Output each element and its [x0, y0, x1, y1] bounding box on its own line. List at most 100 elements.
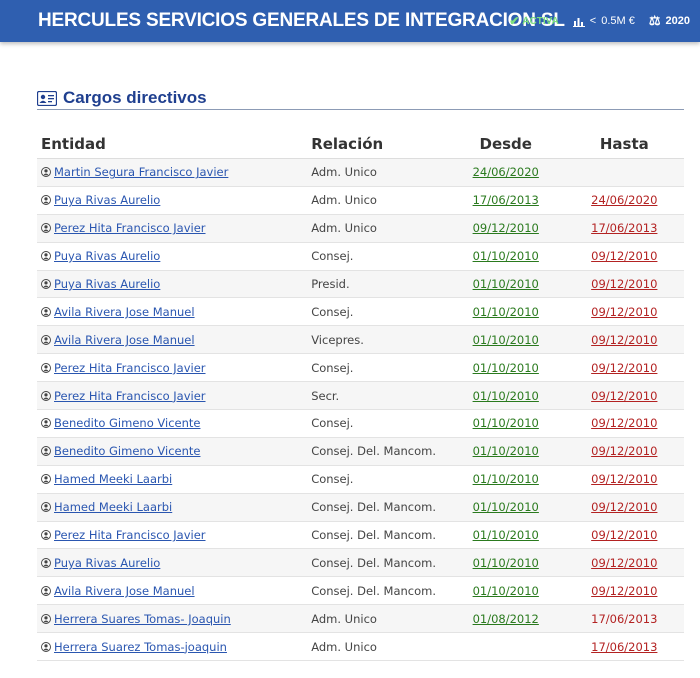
entity-link[interactable]: Avila Rivera Jose Manuel: [54, 333, 195, 347]
table-row: Perez Hita Francisco Javier Secr. 01/10/20…: [37, 381, 684, 411]
person-icon: [41, 306, 51, 317]
hasta-cell: 09/12/2010: [564, 297, 684, 327]
hasta-date-link[interactable]: 09/12/2010: [591, 305, 657, 319]
column-header-hasta[interactable]: Hasta: [564, 130, 684, 159]
hasta-date-link[interactable]: 09/12/2010: [591, 333, 657, 347]
balance-scale-icon: ⚖: [648, 13, 661, 28]
table-row: Perez Hita Francisco Javier Consej. Del. …: [37, 521, 684, 550]
desde-cell: 01/08/2012: [446, 604, 565, 634]
entity-link[interactable]: Puya Rivas Aurelio: [54, 277, 160, 291]
hasta-date-link[interactable]: 09/12/2010: [591, 556, 657, 570]
entity-link[interactable]: Puya Rivas Aurelio: [54, 193, 160, 207]
desde-date-link[interactable]: 01/10/2010: [473, 472, 539, 486]
table-header-row: Entidad Relación Desde Hasta: [37, 130, 684, 159]
table-row: Herrera Suarez Tomas-joaquin Adm. Unico 17…: [37, 632, 684, 662]
desde-date-link[interactable]: 24/06/2020: [473, 165, 539, 179]
hasta-date-link[interactable]: 09/12/2010: [591, 584, 657, 598]
desde-date-link[interactable]: 01/10/2010: [473, 277, 539, 291]
desde-date-link[interactable]: 01/10/2010: [473, 556, 539, 570]
table-row: Puya Rivas Aurelio Adm. Unico 17/06/2013 24…: [37, 186, 684, 215]
entity-cell: Benedito Gimeno Vicente: [37, 409, 308, 438]
desde-date-link[interactable]: 17/06/2013: [473, 193, 539, 207]
hasta-date-link[interactable]: 09/12/2010: [591, 389, 657, 403]
table-row: Hamed Meeki Laarbi Consej. Del. Mancom. 01…: [37, 493, 684, 522]
entity-cell: Puya Rivas Aurelio: [37, 270, 308, 299]
table-row: Avila Rivera Jose Manuel Consej. Del. Man…: [37, 576, 684, 606]
relation-cell: Adm. Unico: [307, 214, 447, 243]
hasta-cell: 09/12/2010: [564, 437, 684, 466]
desde-date-link[interactable]: 01/10/2010: [473, 500, 539, 514]
hasta-cell: 09/12/2010: [564, 521, 684, 550]
column-header-desde[interactable]: Desde: [446, 130, 565, 159]
entity-link[interactable]: Martin Segura Francisco Javier: [54, 165, 228, 179]
desde-cell: 01/10/2010: [446, 409, 565, 438]
table-row: Benedito Gimeno Vicente Consej. 01/10/2010…: [37, 409, 684, 438]
year-value: 2020: [665, 15, 690, 27]
desde-date-link[interactable]: 01/10/2010: [473, 305, 539, 319]
entity-link[interactable]: Herrera Suarez Tomas-joaquin: [54, 640, 227, 654]
hasta-date-link[interactable]: 17/06/2013: [591, 640, 657, 654]
year-info: ⚖ 2020: [649, 13, 690, 29]
relation-cell: Consej. Del. Mancom.: [307, 576, 447, 606]
hasta-cell: 09/12/2010: [564, 493, 684, 522]
hasta-date-link[interactable]: 09/12/2010: [591, 444, 657, 458]
id-card-icon: [37, 90, 57, 106]
entity-cell: Puya Rivas Aurelio: [37, 548, 308, 578]
company-name: HERCULES SERVICIOS GENERALES DE INTEGRAC…: [38, 10, 565, 31]
hasta-date-link[interactable]: 09/12/2010: [591, 472, 657, 486]
entity-link[interactable]: Puya Rivas Aurelio: [54, 249, 160, 263]
entity-link[interactable]: Puya Rivas Aurelio: [54, 556, 160, 570]
relation-cell: Adm. Unico: [307, 158, 447, 187]
entity-link[interactable]: Avila Rivera Jose Manuel: [54, 584, 195, 598]
hasta-date-link[interactable]: 09/12/2010: [591, 416, 657, 430]
column-header-entidad[interactable]: Entidad: [37, 130, 308, 159]
person-icon: [41, 195, 51, 206]
entity-link[interactable]: Perez Hita Francisco Javier: [54, 361, 206, 375]
entity-link[interactable]: Perez Hita Francisco Javier: [54, 389, 206, 403]
hasta-date-link[interactable]: 09/12/2010: [591, 277, 657, 291]
desde-date-link[interactable]: 01/10/2010: [473, 249, 539, 263]
desde-date-link[interactable]: 01/10/2010: [473, 333, 539, 347]
entity-link[interactable]: Avila Rivera Jose Manuel: [54, 305, 195, 319]
hasta-date-link[interactable]: 09/12/2010: [591, 500, 657, 514]
entity-link[interactable]: Perez Hita Francisco Javier: [54, 528, 206, 542]
person-icon: [41, 613, 51, 624]
capital-value: 0.5M €: [601, 15, 635, 27]
hasta-date-link[interactable]: 09/12/2010: [591, 528, 657, 542]
relation-cell: Consej. Del. Mancom.: [307, 521, 447, 550]
cargos-section: Cargos directivos Entidad Relación Desde…: [37, 88, 684, 662]
hasta-date-link[interactable]: 09/12/2010: [591, 249, 657, 263]
desde-date-link[interactable]: 01/10/2010: [473, 416, 539, 430]
hasta-date-link[interactable]: 17/06/2013: [591, 612, 657, 626]
column-header-relacion[interactable]: Relación: [307, 130, 447, 159]
desde-cell: 01/10/2010: [446, 548, 565, 578]
person-icon: [41, 530, 51, 540]
desde-date-link[interactable]: 01/10/2010: [473, 389, 539, 403]
entity-link[interactable]: Perez Hita Francisco Javier: [54, 221, 206, 235]
table-row: Martin Segura Francisco Javier Adm. Unico…: [37, 158, 684, 187]
desde-cell: 01/10/2010: [446, 381, 565, 411]
entity-link[interactable]: Hamed Meeki Laarbi: [54, 472, 172, 486]
desde-date-link[interactable]: 01/10/2010: [473, 361, 539, 375]
hasta-cell: 24/06/2020: [564, 186, 684, 215]
status-badge: ✔ ACTIVA: [509, 14, 559, 28]
desde-date-link[interactable]: 09/12/2010: [473, 221, 539, 235]
desde-date-link[interactable]: 01/10/2010: [473, 528, 539, 542]
entity-cell: Perez Hita Francisco Javier: [37, 214, 308, 243]
hasta-date-link[interactable]: 09/12/2010: [591, 361, 657, 375]
entity-link[interactable]: Benedito Gimeno Vicente: [54, 444, 200, 458]
desde-date-link[interactable]: 01/10/2010: [473, 584, 539, 598]
entity-link[interactable]: Benedito Gimeno Vicente: [54, 416, 200, 430]
desde-cell: 01/10/2010: [446, 493, 565, 522]
desde-date-link[interactable]: 01/08/2012: [473, 612, 539, 626]
desde-date-link[interactable]: 01/10/2010: [473, 444, 539, 458]
entity-link[interactable]: Herrera Suares Tomas- Joaquin: [54, 612, 231, 626]
entity-link[interactable]: Hamed Meeki Laarbi: [54, 500, 172, 514]
hasta-cell: 09/12/2010: [564, 325, 684, 355]
entity-cell: Martin Segura Francisco Javier: [37, 158, 308, 187]
relation-cell: Adm. Unico: [307, 632, 447, 662]
hasta-date-link[interactable]: 17/06/2013: [591, 221, 657, 235]
person-icon: [41, 167, 51, 178]
relation-cell: Consej. Del. Mancom.: [307, 548, 447, 578]
hasta-date-link[interactable]: 24/06/2020: [591, 193, 657, 207]
